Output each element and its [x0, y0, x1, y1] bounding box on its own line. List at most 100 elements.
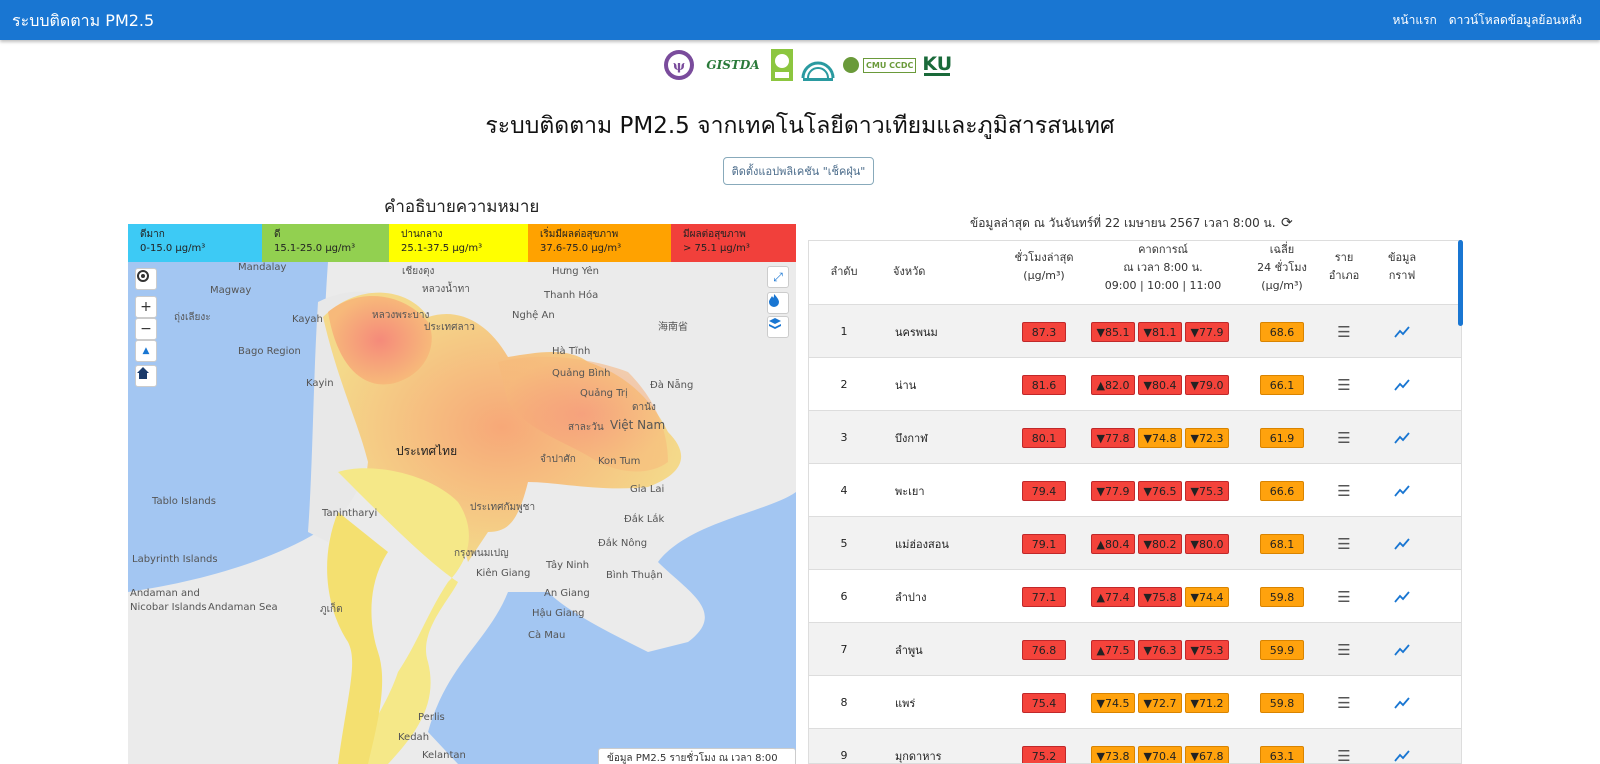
forecast-badge: ▼72.3 — [1185, 427, 1229, 448]
ku-label: KU — [922, 52, 953, 75]
forecast-cell: ▼74.5 ▼72.7 ▼71.2 — [1091, 676, 1237, 729]
province-cell[interactable]: บึงกาฬ — [895, 411, 995, 464]
list-icon[interactable]: ☰ — [1337, 429, 1350, 447]
legend-range: 37.6-75.0 μg/m³ — [540, 243, 622, 254]
table-row[interactable]: 5 แม่ฮ่องสอน 79.1 ▲80.4 ▼80.2 ▼80.0 68.1 ☰ — [809, 517, 1461, 570]
list-icon[interactable]: ☰ — [1337, 376, 1350, 394]
map-label: หลวงน้ำทา — [422, 284, 470, 295]
last-hour-badge: 77.1 — [1022, 586, 1066, 607]
list-icon[interactable]: ☰ — [1337, 641, 1350, 659]
forecast-badge: ▼71.2 — [1185, 692, 1229, 713]
pm25-map[interactable]: + − ▲ ⤢ Mandalay เชียงตุง หลวงน้ำทา Hưng… — [128, 262, 796, 764]
list-icon[interactable]: ☰ — [1337, 747, 1350, 764]
fullscreen-button[interactable]: ⤢ — [767, 266, 789, 288]
list-icon[interactable]: ☰ — [1337, 323, 1350, 341]
table-row[interactable]: 7 ลำพูน 76.8 ▲77.5 ▼76.3 ▼75.3 59.9 ☰ — [809, 623, 1461, 676]
last-hour-cell: 87.3 — [1001, 305, 1087, 358]
table-row[interactable]: 4 พะเยา 79.4 ▼77.9 ▼76.5 ▼75.3 66.6 ☰ — [809, 464, 1461, 517]
forecast-badge: ▼74.4 — [1185, 586, 1229, 607]
average-cell: 63.1 — [1247, 729, 1317, 763]
province-cell[interactable]: น่าน — [895, 358, 995, 411]
rank-cell: 9 — [840, 749, 848, 762]
map-label: Quảng Trị — [580, 388, 628, 399]
map-label: Việt Nam — [610, 418, 666, 432]
list-icon[interactable]: ☰ — [1337, 535, 1350, 553]
forecast-badge: ▲77.5 — [1091, 639, 1135, 660]
last-hour-badge: 80.1 — [1022, 427, 1066, 448]
col-forecast-time: ณ เวลา 8:00 น. — [1123, 261, 1203, 274]
layers-button[interactable] — [767, 316, 789, 338]
table-row[interactable]: 6 ลำปาง 77.1 ▲77.4 ▼75.8 ▼74.4 59.8 ☰ — [809, 570, 1461, 623]
layers-icon — [769, 318, 781, 329]
province-cell[interactable]: พะเยา — [895, 464, 995, 517]
chart-line-icon[interactable] — [1394, 325, 1410, 338]
last-hour-badge: 75.4 — [1022, 692, 1066, 713]
forecast-cell: ▼85.1 ▼81.1 ▼77.9 — [1091, 305, 1237, 358]
graph-cell — [1377, 676, 1427, 729]
nav-home-link[interactable]: หน้าแรก — [1392, 11, 1436, 30]
compass-button[interactable]: ▲ — [135, 340, 157, 362]
last-hour-badge: 79.1 — [1022, 533, 1066, 554]
chart-line-icon[interactable] — [1394, 696, 1410, 709]
graph-cell — [1377, 464, 1427, 517]
map-label: Tablo Islands — [152, 496, 216, 507]
zoom-out-button[interactable]: − — [135, 318, 157, 340]
table-row[interactable]: 3 บึงกาฬ 80.1 ▼77.8 ▼74.8 ▼72.3 61.9 ☰ — [809, 411, 1461, 464]
forecast-badge: ▼77.9 — [1091, 480, 1135, 501]
list-icon[interactable]: ☰ — [1337, 694, 1350, 712]
forecast-badge: ▲82.0 — [1091, 374, 1135, 395]
locate-control[interactable] — [135, 268, 157, 290]
table-scrollbar[interactable] — [1458, 240, 1463, 326]
fire-layer-button[interactable] — [767, 292, 789, 314]
chart-line-icon[interactable] — [1394, 590, 1410, 603]
province-cell[interactable]: แพร่ — [895, 676, 995, 729]
zoom-in-button[interactable]: + — [135, 296, 157, 318]
chart-line-icon[interactable] — [1394, 431, 1410, 444]
chart-line-icon[interactable] — [1394, 484, 1410, 497]
province-cell[interactable]: ลำปาง — [895, 570, 995, 623]
rank-cell: 8 — [840, 696, 848, 709]
chart-line-icon[interactable] — [1394, 537, 1410, 550]
average-badge: 63.1 — [1260, 745, 1304, 763]
rank-cell: 3 — [840, 431, 848, 444]
map-label: Tanintharyi — [322, 508, 378, 519]
last-hour-badge: 87.3 — [1022, 321, 1066, 342]
graph-cell — [1377, 729, 1427, 763]
last-hour-cell: 75.2 — [1001, 729, 1087, 763]
chart-line-icon[interactable] — [1394, 378, 1410, 391]
forecast-badge: ▼80.0 — [1185, 533, 1229, 554]
forecast-cell: ▼77.8 ▼74.8 ▼72.3 — [1091, 411, 1237, 464]
list-icon[interactable]: ☰ — [1337, 588, 1350, 606]
legend-item-very-good: ดีมาก 0-15.0 μg/m³ — [128, 224, 262, 262]
last-hour-cell: 77.1 — [1001, 570, 1087, 623]
rank-cell: 4 — [840, 484, 848, 497]
col-forecast-hours: 09:00 | 10:00 | 11:00 — [1104, 279, 1222, 292]
forecast-badge: ▼85.1 — [1091, 321, 1135, 342]
home-button[interactable] — [135, 365, 157, 387]
average-badge: 59.8 — [1260, 692, 1304, 713]
average-badge: 66.1 — [1260, 374, 1304, 395]
nav-download-link[interactable]: ดาวน์โหลดข้อมูลย้อนหลัง — [1449, 11, 1582, 30]
table-row[interactable]: 1 นครพนม 87.3 ▼85.1 ▼81.1 ▼77.9 68.6 ☰ — [809, 305, 1461, 358]
install-app-button[interactable]: ติดตั้งแอปพลิเคชัน "เช็คฝุ่น" — [723, 157, 874, 185]
chart-line-icon[interactable] — [1394, 749, 1410, 762]
brand-title[interactable]: ระบบติดตาม PM2.5 — [12, 9, 154, 34]
table-row[interactable]: 2 น่าน 81.6 ▲82.0 ▼80.4 ▼79.0 66.1 ☰ — [809, 358, 1461, 411]
province-cell[interactable]: มุกดาหาร — [895, 729, 995, 763]
nav-links: หน้าแรก ดาวน์โหลดข้อมูลย้อนหลัง — [1392, 11, 1582, 30]
average-cell: 66.6 — [1247, 464, 1317, 517]
average-cell: 68.6 — [1247, 305, 1317, 358]
table-row[interactable]: 9 มุกดาหาร 75.2 ▼73.8 ▼70.4 ▼67.8 63.1 ☰ — [809, 729, 1461, 764]
col-average-label: เฉลี่ย — [1269, 243, 1295, 256]
map-label: An Giang — [544, 588, 590, 599]
table-row[interactable]: 8 แพร่ 75.4 ▼74.5 ▼72.7 ▼71.2 59.8 ☰ — [809, 676, 1461, 729]
list-icon[interactable]: ☰ — [1337, 482, 1350, 500]
refresh-icon[interactable]: ⟳ — [1281, 215, 1293, 231]
map-label: Kayin — [306, 378, 334, 389]
district-cell: ☰ — [1319, 411, 1369, 464]
province-cell[interactable]: นครพนม — [895, 305, 995, 358]
chart-line-icon[interactable] — [1394, 643, 1410, 656]
col-forecast-label: คาดการณ์ — [1138, 243, 1188, 256]
province-cell[interactable]: ลำพูน — [895, 623, 995, 676]
province-cell[interactable]: แม่ฮ่องสอน — [895, 517, 995, 570]
